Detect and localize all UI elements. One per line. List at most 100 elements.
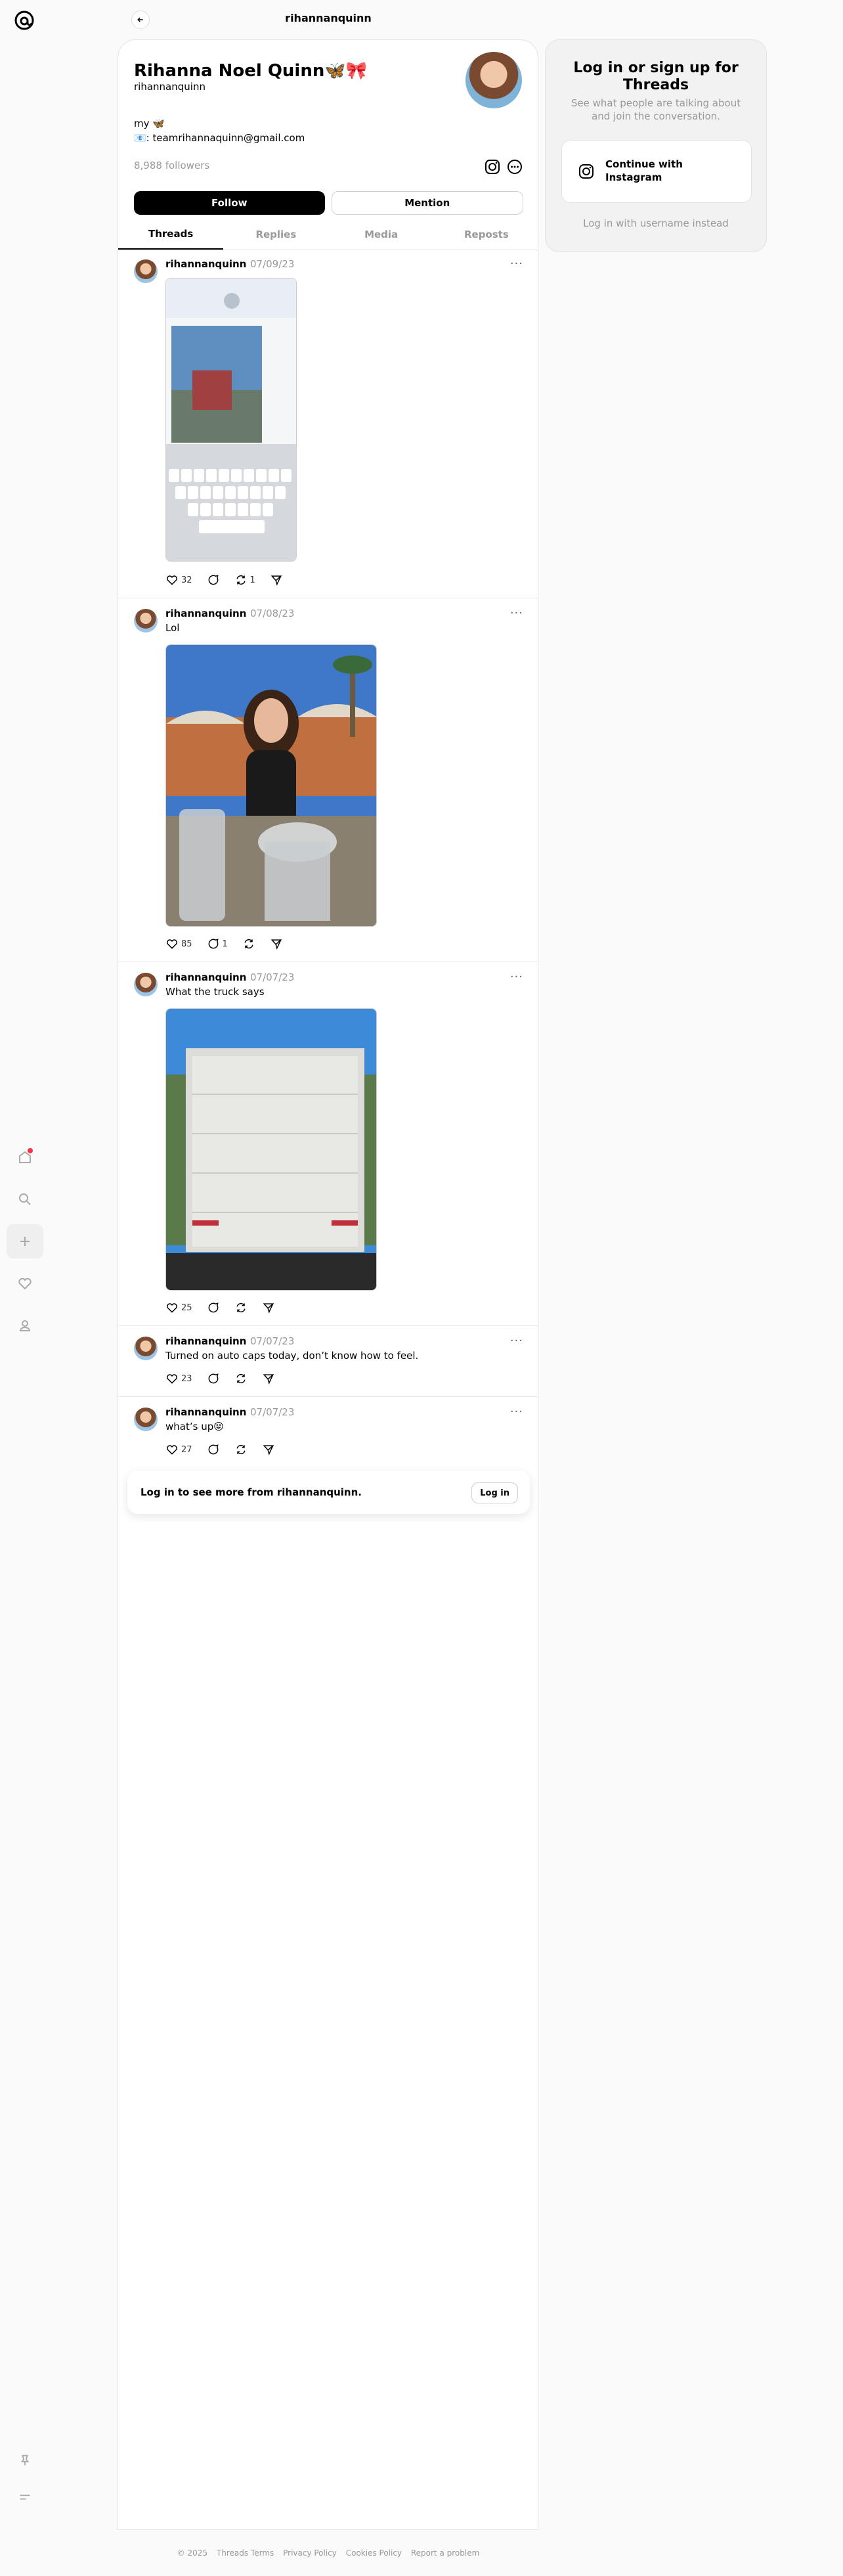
- page-title: rihannanquinn: [285, 12, 372, 24]
- send-icon: [263, 1374, 274, 1385]
- post-more-icon[interactable]: ···: [510, 970, 523, 984]
- post-author[interactable]: rihannanquinn: [165, 608, 246, 619]
- follow-button[interactable]: Follow: [134, 191, 325, 215]
- nav-search[interactable]: [7, 1182, 43, 1216]
- menu-icon: [20, 2495, 30, 2500]
- login-sidebar: Log in or sign up for Threads See what p…: [545, 39, 767, 252]
- thread-post[interactable]: rihannanquinn 07/09/23 ··· 32 1: [118, 250, 538, 598]
- like-button[interactable]: 25: [165, 1301, 192, 1314]
- thread-post[interactable]: rihannanquinn 07/08/23 ··· Lol 85 1: [118, 600, 538, 962]
- post-more-icon[interactable]: ···: [510, 1334, 523, 1348]
- repost-icon: [236, 575, 246, 585]
- like-button[interactable]: 85: [165, 937, 192, 950]
- reply-button[interactable]: [207, 1443, 220, 1456]
- comment-icon: [208, 1373, 219, 1384]
- phone-screenshot-image: [166, 278, 296, 561]
- repost-button[interactable]: [234, 1372, 248, 1385]
- post-avatar[interactable]: [134, 973, 158, 996]
- post-author[interactable]: rihannanquinn: [165, 258, 246, 270]
- heart-icon: [167, 939, 177, 949]
- mention-button[interactable]: Mention: [331, 191, 523, 215]
- post-more-icon[interactable]: ···: [510, 257, 523, 271]
- footer-report-link[interactable]: Report a problem: [411, 2548, 479, 2558]
- post-text: Lol: [165, 622, 180, 634]
- post-date: 07/07/23: [250, 971, 295, 983]
- footer-privacy-link[interactable]: Privacy Policy: [283, 2548, 337, 2558]
- nav-menu[interactable]: [7, 2480, 43, 2514]
- post-author[interactable]: rihannanquinn: [165, 971, 246, 983]
- thread-post[interactable]: rihannanquinn 07/07/23 ··· Turned on aut…: [118, 1327, 538, 1397]
- more-options-icon[interactable]: [506, 158, 523, 175]
- post-avatar[interactable]: [134, 1408, 158, 1431]
- heart-icon: [167, 1374, 177, 1384]
- repost-icon: [236, 1373, 246, 1384]
- heart-icon: [167, 1303, 177, 1313]
- login-prompt-text: Log in to see more from rihannanquinn.: [140, 1486, 362, 1498]
- heart-icon: [167, 1445, 177, 1455]
- post-avatar[interactable]: [134, 259, 158, 283]
- share-button[interactable]: [262, 1301, 275, 1314]
- repost-button[interactable]: [242, 937, 255, 950]
- tab-replies[interactable]: Replies: [223, 219, 328, 250]
- post-avatar[interactable]: [134, 1337, 158, 1360]
- repost-icon: [236, 1302, 246, 1313]
- like-button[interactable]: 23: [165, 1372, 192, 1385]
- send-icon: [270, 575, 282, 586]
- repost-button[interactable]: [234, 1301, 248, 1314]
- nav-create[interactable]: [7, 1224, 43, 1258]
- reply-button[interactable]: [207, 573, 220, 587]
- reply-button[interactable]: 1: [207, 937, 228, 950]
- repost-button[interactable]: 1: [234, 573, 255, 587]
- share-button[interactable]: [262, 1372, 275, 1385]
- footer-terms-link[interactable]: Threads Terms: [217, 2548, 274, 2558]
- reply-button[interactable]: [207, 1372, 220, 1385]
- truck-photo-image: [166, 1009, 376, 1290]
- repost-icon: [236, 1444, 246, 1455]
- tab-reposts[interactable]: Reposts: [434, 219, 538, 250]
- post-more-icon[interactable]: ···: [510, 606, 523, 620]
- post-image[interactable]: [165, 644, 377, 927]
- post-text: Turned on auto caps today, don’t know ho…: [165, 1350, 419, 1362]
- send-icon: [263, 1445, 274, 1455]
- tab-threads[interactable]: Threads: [118, 219, 224, 250]
- reply-button[interactable]: [207, 1301, 220, 1314]
- threads-logo-icon[interactable]: [13, 9, 35, 32]
- main-column: Rihanna Noel Quinn🦋🎀 rihannanquinn my 🦋 …: [118, 39, 538, 2530]
- nav-profile[interactable]: [7, 1308, 43, 1343]
- sidebar-subtitle: See what people are talking about and jo…: [571, 97, 741, 122]
- login-button[interactable]: Log in: [471, 1482, 518, 1503]
- post-avatar[interactable]: [134, 609, 158, 633]
- heart-icon: [18, 1277, 32, 1290]
- share-button[interactable]: [262, 1443, 275, 1456]
- nav-home[interactable]: [7, 1140, 43, 1174]
- like-button[interactable]: 27: [165, 1443, 192, 1456]
- footer-cookies-link[interactable]: Cookies Policy: [346, 2548, 402, 2558]
- profile-header: Rihanna Noel Quinn🦋🎀 rihannanquinn my 🦋 …: [118, 40, 538, 241]
- post-author[interactable]: rihannanquinn: [165, 1335, 246, 1347]
- like-button[interactable]: 32: [165, 573, 192, 587]
- post-actions: 23: [165, 1372, 275, 1385]
- followers-count[interactable]: 8,988 followers: [134, 160, 209, 171]
- post-image[interactable]: [165, 1008, 377, 1291]
- username-login-link[interactable]: Log in with username instead: [546, 217, 766, 229]
- post-image[interactable]: [165, 278, 297, 562]
- thread-post[interactable]: rihannanquinn 07/07/23 ··· what’s up😝 27: [118, 1398, 538, 1467]
- share-button[interactable]: [270, 573, 283, 587]
- nav-pin[interactable]: [7, 2443, 43, 2477]
- repost-button[interactable]: [234, 1443, 248, 1456]
- plus-icon: [20, 1237, 30, 1246]
- search-icon: [19, 1193, 31, 1205]
- top-bar: rihannanquinn: [118, 0, 538, 39]
- instagram-icon[interactable]: [484, 158, 501, 175]
- send-icon: [263, 1303, 274, 1314]
- continue-with-instagram-button[interactable]: Continue with Instagram: [561, 140, 752, 203]
- thread-post[interactable]: rihannanquinn 07/07/23 ··· What the truc…: [118, 964, 538, 1326]
- post-more-icon[interactable]: ···: [510, 1405, 523, 1419]
- tab-media[interactable]: Media: [329, 219, 434, 250]
- share-button[interactable]: [270, 937, 283, 950]
- post-author[interactable]: rihannanquinn: [165, 1406, 246, 1418]
- like-count: 23: [181, 1373, 192, 1384]
- avatar[interactable]: [465, 52, 522, 108]
- repost-icon: [244, 939, 253, 949]
- nav-activity[interactable]: [7, 1266, 43, 1300]
